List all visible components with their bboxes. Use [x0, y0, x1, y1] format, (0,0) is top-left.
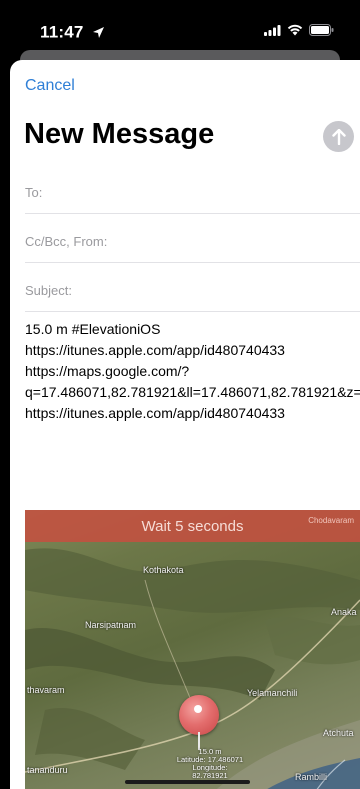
- wait-banner-text: Wait 5 seconds: [141, 517, 244, 535]
- map-label: Rambilli: [295, 772, 328, 782]
- cc-bcc-from-label: Cc/Bcc, From:: [25, 234, 108, 249]
- pin-longitude: Longitude: 82.781921: [192, 763, 228, 780]
- arrow-up-icon: [331, 128, 346, 145]
- wait-banner: Wait 5 seconds Chodavaram: [25, 510, 360, 542]
- to-field[interactable]: To:: [25, 165, 360, 214]
- map-label: Yelamanchili: [247, 688, 298, 698]
- pin-coordinates: 15.0 m Latitude: 17.486071 Longitude: 82…: [175, 748, 245, 780]
- map-label: thavaram: [27, 685, 65, 695]
- wifi-icon: [287, 24, 303, 36]
- status-time-text: 11:47: [40, 22, 84, 42]
- status-bar: 11:47: [0, 0, 360, 52]
- page-title: New Message: [24, 118, 215, 150]
- location-arrow-icon: [93, 27, 105, 39]
- subject-field[interactable]: Subject:: [25, 263, 360, 312]
- send-button[interactable]: [323, 121, 354, 152]
- map-label: Anaka: [331, 607, 357, 617]
- cc-bcc-from-field[interactable]: Cc/Bcc, From:: [25, 214, 360, 263]
- map-label: Kothakota: [143, 565, 184, 575]
- map-label: Narsipatnam: [85, 620, 137, 630]
- message-body[interactable]: 15.0 m #ElevationiOS https://itunes.appl…: [25, 319, 360, 424]
- compose-sheet: Cancel New Message To: Cc/Bcc, From: Sub…: [10, 60, 360, 789]
- status-time: 11:47: [40, 22, 105, 43]
- cancel-button[interactable]: Cancel: [25, 77, 75, 95]
- subject-label: Subject:: [25, 283, 72, 298]
- map-label: Atchuta: [323, 728, 354, 738]
- status-indicators: [264, 24, 334, 36]
- map-attribution: Chodavaram: [308, 516, 354, 525]
- map-label: tananduru: [27, 765, 68, 775]
- to-label: To:: [25, 185, 43, 200]
- cellular-signal-icon: [264, 24, 281, 36]
- home-indicator[interactable]: [125, 780, 250, 784]
- location-pin-icon[interactable]: [179, 695, 219, 735]
- map-attachment[interactable]: Wait 5 seconds Chodavaram Kothakota Nars…: [25, 510, 360, 789]
- battery-icon: [309, 24, 334, 36]
- pin-hole: [194, 705, 202, 713]
